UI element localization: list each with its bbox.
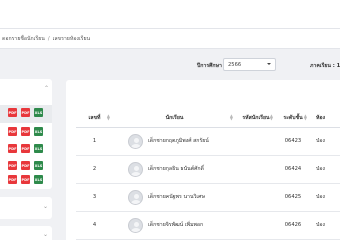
export-row: PDF PDF XLS (0, 105, 52, 123)
table-row[interactable]: 1 เด็กชายกฤตภูมิพงศ์ สกรัยน์ 06423 ป่อง (76, 127, 340, 156)
student-id (236, 211, 276, 240)
room-cell: ป่อง (310, 127, 340, 156)
pdf-icon[interactable]: PDF (21, 127, 30, 136)
pdf-icon[interactable]: PDF (8, 175, 17, 184)
pdf-icon[interactable]: PDF (21, 144, 30, 153)
row-number: 4 (76, 211, 113, 240)
pdf-icon[interactable]: PDF (21, 175, 30, 184)
student-name: เด็กชายกุลธิน ธนันต์ศักดิ์ (148, 166, 204, 172)
excel-icon[interactable]: XLS (34, 175, 43, 184)
student-name: เด็กชายกฤตภูมิพงศ์ สกรัยน์ (148, 138, 209, 144)
export-row: PDF PDF XLS (8, 144, 43, 160)
chevron-down-icon (267, 63, 271, 65)
student-cell: เด็กชายกฤตภูมิพงศ์ สกรัยน์ (113, 127, 236, 156)
term-label: ภาคเรียน : 1 (310, 63, 340, 69)
table-row[interactable]: 4 เด็กชายจิรพัฒน์ เพิ่มพอก 06426 ป่อง (76, 211, 340, 240)
grade-cell: 06426 (276, 211, 310, 240)
grade-cell: 06425 (276, 183, 310, 212)
year-select-value: 2566 (228, 61, 242, 68)
collapsed-panel: ⌄ (0, 197, 52, 219)
excel-icon[interactable]: XLS (34, 144, 43, 153)
collapsed-panel-2: ⌄ (0, 226, 52, 240)
table-row[interactable]: 2 เด็กชายกุลธิน ธนันต์ศักดิ์ 06424 ป่อง (76, 155, 340, 184)
breadcrumb-separator: / (47, 35, 50, 42)
student-cell: เด็กชายจิรพัฒน์ เพิ่มพอก (113, 211, 236, 240)
student-table: เลขที่ ▲ ▼ นักเรียน ▲ ▼ รหัสนักเรียน ▲ ▼ ระดับ… (76, 109, 340, 240)
pdf-icon[interactable]: PDF (21, 161, 30, 170)
room-cell: ป่อง (310, 211, 340, 240)
excel-icon[interactable]: XLS (34, 127, 43, 136)
year-label: ปีการศึกษา : (197, 63, 226, 69)
export-row: PDF PDF XLS (8, 127, 43, 143)
student-id (236, 183, 276, 212)
student-name: เด็กชายจิรพัฒน์ เพิ่มพอก (148, 222, 204, 228)
column-header-number[interactable]: เลขที่ ▲ ▼ (76, 109, 113, 128)
avatar (128, 161, 143, 177)
pdf-icon[interactable]: PDF (8, 127, 17, 136)
breadcrumb-item-current: เลขรายห้องเรียน (52, 35, 91, 42)
column-header-student-id[interactable]: รหัสนักเรียน ▲ ▼ (236, 109, 276, 128)
sort-icon: ▲ ▼ (269, 113, 273, 121)
sort-icon: ▲ ▼ (303, 113, 307, 121)
grade-cell: 06423 (276, 127, 310, 156)
chevron-up-icon[interactable]: ⌃ (44, 85, 49, 92)
student-cell: เด็กชายกุลธิน ธนันต์ศักดิ์ (113, 155, 236, 184)
chevron-down-icon[interactable]: ⌄ (43, 231, 48, 238)
avatar (128, 189, 143, 205)
excel-icon[interactable]: XLS (34, 161, 43, 170)
pdf-icon[interactable]: PDF (8, 144, 17, 153)
top-bar (0, 0, 340, 28)
column-header-room[interactable]: ห้อง (310, 109, 340, 128)
student-name: เด็กชายคนัฐพร นานวิเศษ (148, 194, 205, 200)
avatar (128, 133, 143, 149)
student-id (236, 155, 276, 184)
row-number: 2 (76, 155, 113, 184)
pdf-icon[interactable]: PDF (8, 161, 17, 170)
student-id (236, 127, 276, 156)
sort-icon: ▲ ▼ (229, 113, 233, 121)
breadcrumb-item-student-list[interactable]: ดอกรายชื่อนักเรียน (2, 35, 45, 43)
export-row: PDF PDF XLS (8, 175, 43, 191)
room-cell: ป่อง (310, 155, 340, 184)
chevron-down-icon[interactable]: ⌄ (43, 203, 48, 210)
column-header-grade[interactable]: ระดับชั้น ▲ ▼ (276, 109, 310, 128)
breadcrumb: ดอกรายชื่อนักเรียน / เลขรายห้องเรียน (0, 28, 340, 49)
excel-icon[interactable]: XLS (34, 108, 43, 117)
student-cell: เด็กชายคนัฐพร นานวิเศษ (113, 183, 236, 212)
sort-icon: ▲ ▼ (106, 113, 110, 121)
grade-cell: 06424 (276, 155, 310, 184)
table-row[interactable]: 3 เด็กชายคนัฐพร นานวิเศษ 06425 ป่อง (76, 183, 340, 212)
row-number: 3 (76, 183, 113, 212)
year-select[interactable]: 2566 (223, 58, 276, 71)
table-header-row: เลขที่ ▲ ▼ นักเรียน ▲ ▼ รหัสนักเรียน ▲ ▼ ระดับ… (76, 109, 340, 128)
room-cell: ป่อง (310, 183, 340, 212)
row-number: 1 (76, 127, 113, 156)
avatar (128, 217, 143, 233)
column-header-student[interactable]: นักเรียน ▲ ▼ (113, 109, 236, 128)
student-table-card: เลขที่ ▲ ▼ นักเรียน ▲ ▼ รหัสนักเรียน ▲ ▼ ระดับ… (66, 80, 340, 240)
pdf-icon[interactable]: PDF (21, 108, 30, 117)
pdf-icon[interactable]: PDF (8, 108, 17, 117)
